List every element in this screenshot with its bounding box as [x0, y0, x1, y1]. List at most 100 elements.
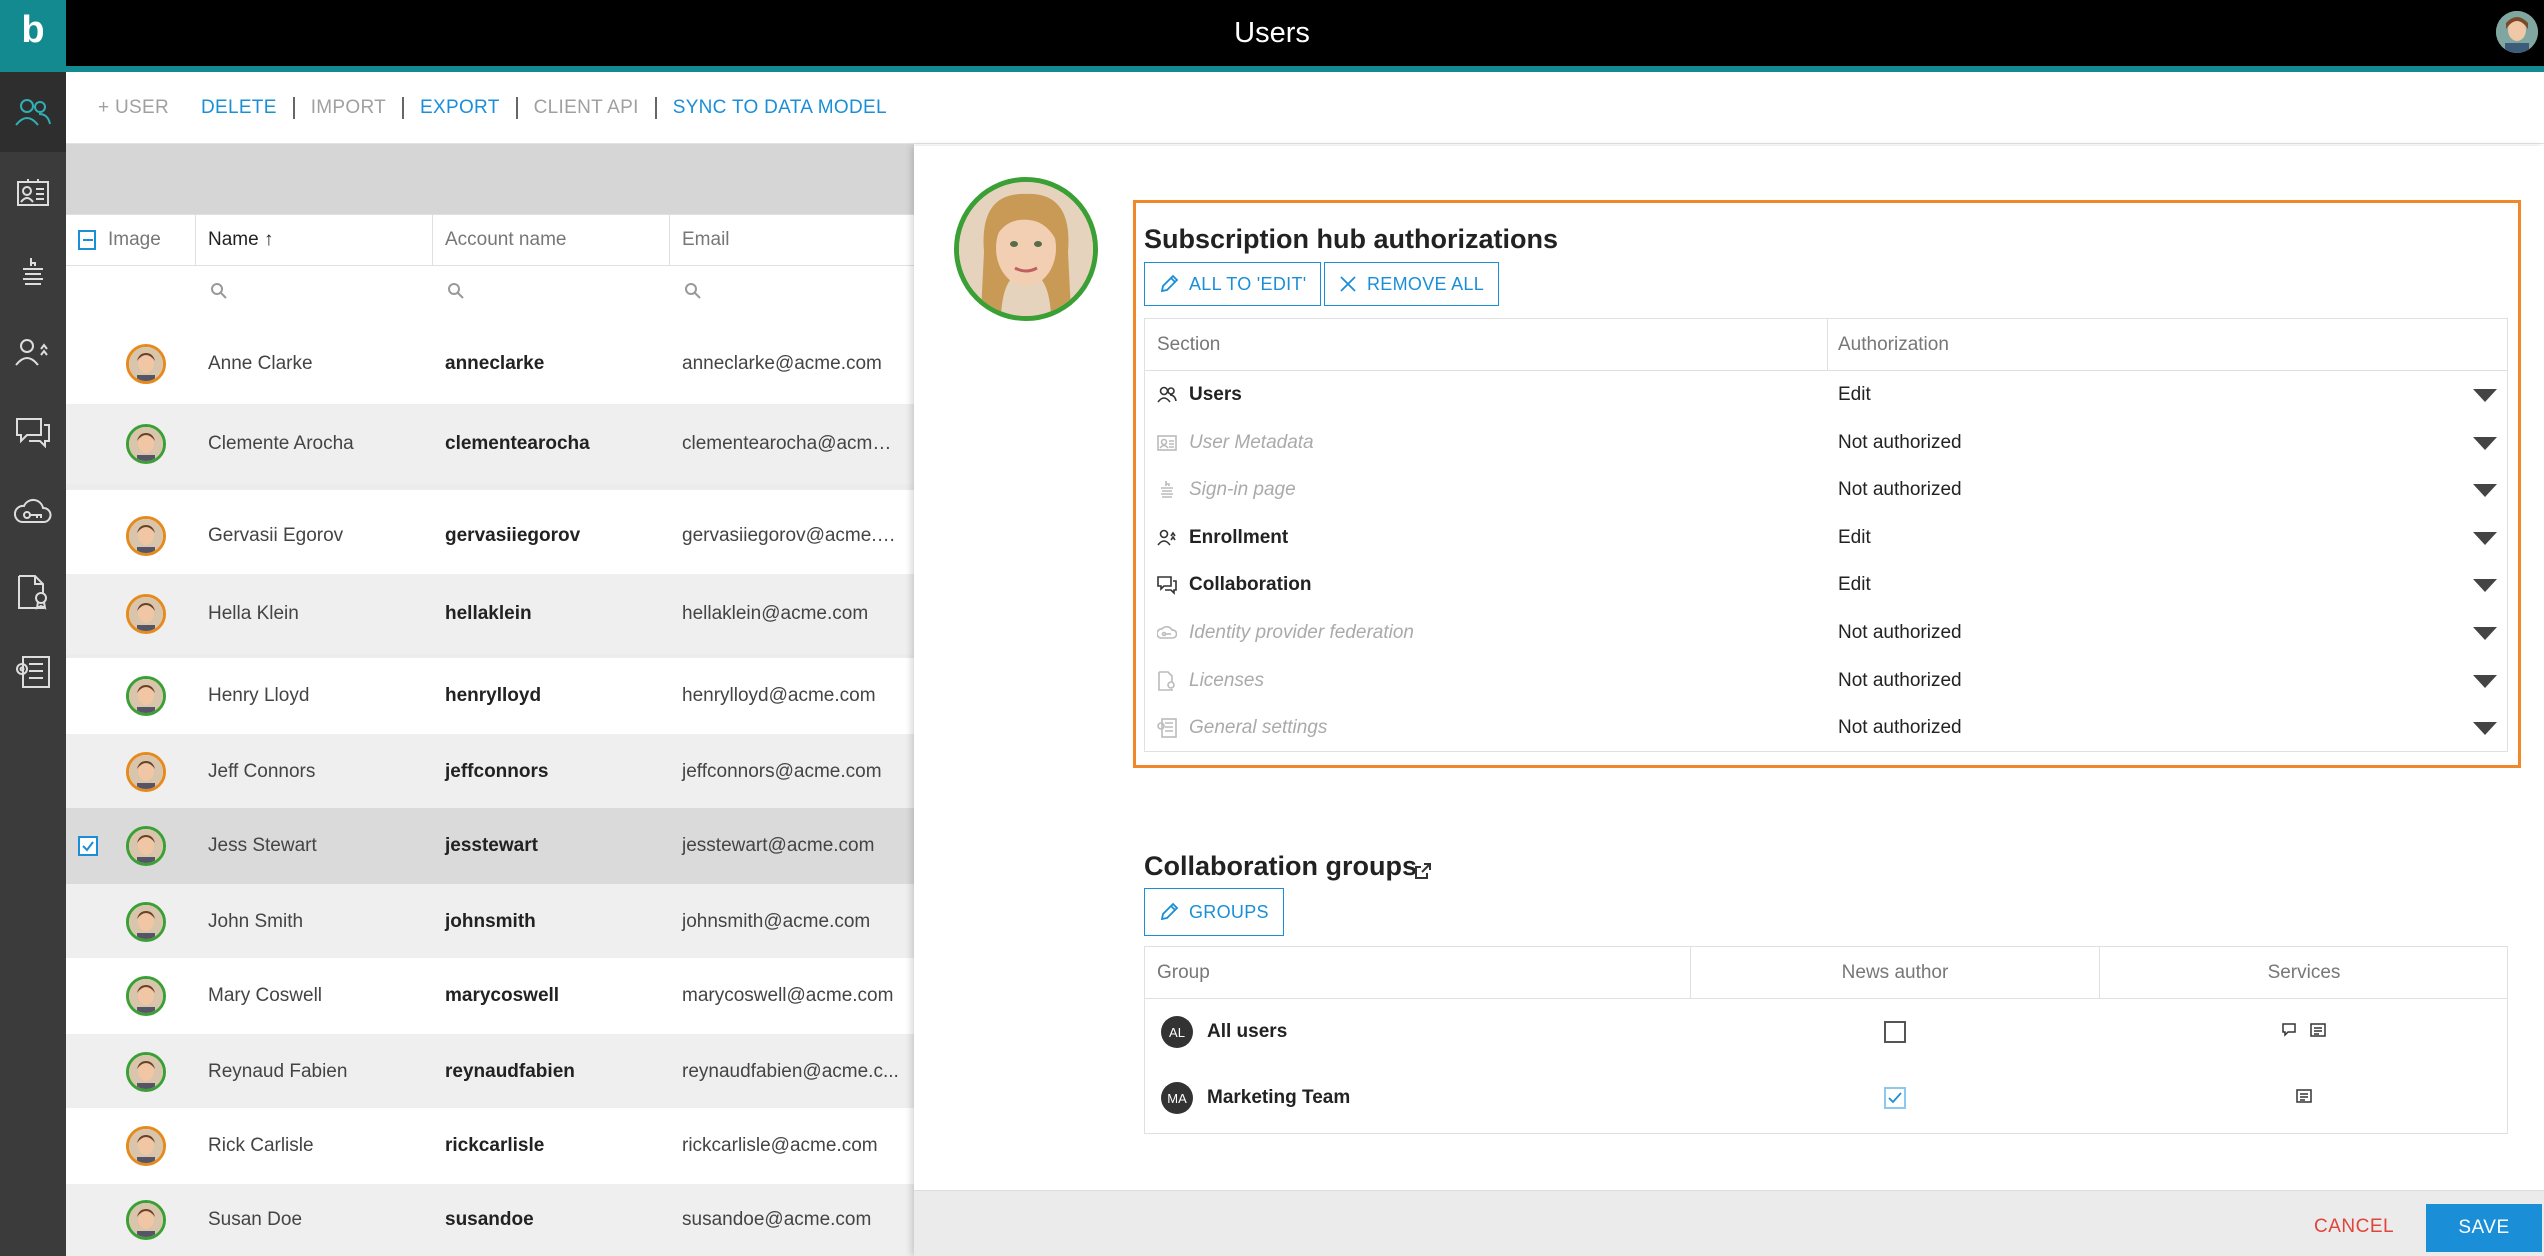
- authorization-select[interactable]: Not authorized: [1838, 657, 1962, 705]
- user-photo[interactable]: [954, 177, 1098, 321]
- table-row[interactable]: Anne Clarke anneclarke anneclarke@acme.com: [66, 314, 914, 414]
- column-header-email[interactable]: Email: [670, 215, 914, 265]
- authorization-section: General settings: [1157, 704, 1327, 752]
- select-all-cell: [66, 215, 96, 265]
- search-icon[interactable]: [210, 282, 228, 300]
- search-icon[interactable]: [447, 282, 465, 300]
- news-icon[interactable]: [2295, 1087, 2313, 1105]
- chevron-down-icon[interactable]: [2473, 389, 2497, 402]
- current-user-avatar[interactable]: [2496, 11, 2538, 53]
- chevron-down-icon[interactable]: [2473, 531, 2497, 545]
- table-row[interactable]: Jess Stewart jesstewart jesstewart@acme.co…: [66, 808, 914, 884]
- delete-button[interactable]: DELETE: [185, 97, 293, 119]
- row-name: Jess Stewart: [208, 835, 317, 856]
- row-image-cell: [96, 344, 196, 384]
- avatar: [126, 594, 166, 634]
- news-author-checkbox[interactable]: [1884, 1087, 1906, 1109]
- row-account-name: jeffconnors: [445, 761, 549, 782]
- client-api-button[interactable]: CLIENT API: [518, 97, 655, 119]
- authorization-row: Licenses Not authorized: [1145, 657, 2507, 705]
- row-email: anneclarke@acme.com: [682, 353, 882, 374]
- save-button[interactable]: SAVE: [2426, 1204, 2542, 1252]
- sidebar-item-sign-in-page[interactable]: [0, 232, 66, 312]
- row-name: Anne Clarke: [208, 353, 313, 374]
- row-account-name: henrylloyd: [445, 685, 542, 706]
- chevron-down-icon[interactable]: [2473, 674, 2497, 688]
- chevron-down-icon[interactable]: [2473, 579, 2497, 593]
- sidebar-item-users[interactable]: [0, 72, 66, 152]
- groups-button[interactable]: GROUPS: [1144, 888, 1284, 936]
- license-icon: [17, 574, 49, 610]
- sidebar-item-user-metadata[interactable]: [0, 152, 66, 232]
- chevron-down-icon[interactable]: [2473, 627, 2497, 640]
- all-to-edit-label: ALL TO 'EDIT': [1189, 273, 1307, 294]
- users-icon: [15, 97, 51, 127]
- sidebar-item-licenses[interactable]: [0, 552, 66, 632]
- table-row[interactable]: Henry Lloyd henrylloyd henrylloyd@acme.com: [66, 658, 914, 734]
- detail-footer: [914, 1190, 2544, 1256]
- row-account-name: gervasiiegorov: [445, 525, 581, 546]
- sidebar-item-enrollment[interactable]: [0, 312, 66, 392]
- row-name: Gervasii Egorov: [208, 525, 344, 546]
- authorization-select[interactable]: Edit: [1838, 371, 1871, 419]
- row-image-cell: [96, 424, 196, 464]
- table-row[interactable]: Clemente Arocha clementearocha clementearo…: [66, 404, 914, 484]
- row-name: Clemente Arocha: [208, 433, 354, 454]
- remove-all-button[interactable]: REMOVE ALL: [1324, 262, 1500, 306]
- table-row[interactable]: Gervasii Egorov gervasiiegorov gervasiiego…: [66, 490, 914, 582]
- chevron-down-icon[interactable]: [2473, 722, 2497, 736]
- avatar: [126, 676, 166, 716]
- cloud-key-icon: [14, 498, 52, 526]
- sidebar-item-identity-provider[interactable]: [0, 472, 66, 552]
- settings-icon: [15, 655, 51, 689]
- authorization-select[interactable]: Not authorized: [1838, 704, 1962, 752]
- import-button[interactable]: IMPORT: [295, 97, 402, 119]
- all-to-edit-button[interactable]: ALL TO 'EDIT': [1144, 262, 1322, 306]
- chat-icon[interactable]: [2281, 1021, 2299, 1039]
- news-author-checkbox[interactable]: [1884, 1021, 1906, 1043]
- add-user-button[interactable]: + USER: [82, 97, 185, 119]
- avatar: [126, 1200, 166, 1240]
- column-header-name[interactable]: Name ↑: [196, 215, 433, 265]
- users-icon: [1157, 385, 1177, 405]
- authorization-select[interactable]: Not authorized: [1838, 466, 1962, 514]
- user-table-header: Image Name ↑ Account name Email: [66, 214, 914, 266]
- row-email: henrylloyd@acme.com: [682, 685, 876, 706]
- table-row[interactable]: Mary Coswell marycoswell marycoswell@acme.…: [66, 958, 914, 1034]
- sync-to-data-model-button[interactable]: SYNC TO DATA MODEL: [657, 97, 903, 119]
- select-all-checkbox[interactable]: [78, 230, 96, 250]
- sidebar-item-general-settings[interactable]: [0, 632, 66, 712]
- group-name-cell: AL All users: [1161, 1016, 1287, 1048]
- table-row[interactable]: John Smith johnsmith johnsmith@acme.com: [66, 884, 914, 960]
- table-row[interactable]: Reynaud Fabien reynaudfabien reynaudfabien…: [66, 1034, 914, 1110]
- external-link-icon[interactable]: [1413, 861, 1433, 881]
- cancel-button[interactable]: CANCEL: [2314, 1216, 2394, 1238]
- row-name: Rick Carlisle: [208, 1135, 314, 1156]
- authorization-select[interactable]: Not authorized: [1838, 609, 1962, 657]
- row-checkbox[interactable]: [78, 836, 98, 856]
- close-icon: [1339, 275, 1357, 293]
- search-icon[interactable]: [684, 282, 702, 300]
- group-row: AL All users: [1145, 999, 2507, 1065]
- table-row[interactable]: Susan Doe susandoe susandoe@acme.com: [66, 1184, 914, 1256]
- row-account-name: hellaklein: [445, 603, 532, 624]
- chevron-down-icon[interactable]: [2473, 436, 2497, 450]
- authorization-select[interactable]: Edit: [1838, 561, 1871, 609]
- authorization-select[interactable]: Not authorized: [1838, 419, 1962, 467]
- groups-button-label: GROUPS: [1189, 901, 1269, 922]
- table-row[interactable]: Hella Klein hellaklein hellaklein@acme.com: [66, 574, 914, 654]
- row-email: rickcarlisle@acme.com: [682, 1135, 878, 1156]
- chevron-down-icon[interactable]: [2473, 484, 2497, 498]
- authorization-section-label: Licenses: [1189, 669, 1264, 691]
- row-account-name: susandoe: [445, 1209, 534, 1230]
- news-icon[interactable]: [2309, 1021, 2327, 1039]
- authorization-select[interactable]: Edit: [1838, 514, 1871, 562]
- table-row[interactable]: Jeff Connors jeffconnors jeffconnors@acme.…: [66, 734, 914, 810]
- authorization-row: Enrollment Edit: [1145, 514, 2507, 562]
- export-button[interactable]: EXPORT: [404, 97, 516, 119]
- sidebar-item-collaboration[interactable]: [0, 392, 66, 472]
- authorizations-title: Subscription hub authorizations: [1144, 224, 1558, 254]
- table-row[interactable]: Rick Carlisle rickcarlisle rickcarlisle@ac…: [66, 1108, 914, 1184]
- column-header-account[interactable]: Account name: [433, 215, 670, 265]
- column-header-image[interactable]: Image: [96, 215, 196, 265]
